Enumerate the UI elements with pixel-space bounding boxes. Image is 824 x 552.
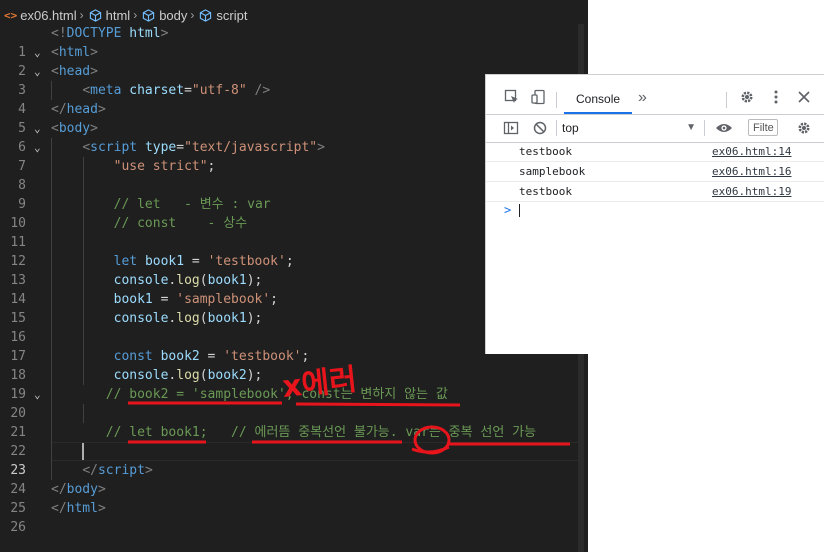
code-line: 25 </body> [0, 480, 588, 516]
log-source-link[interactable]: ex06.html:14 [712, 142, 791, 161]
log-source-link[interactable]: ex06.html:16 [712, 162, 791, 181]
breadcrumb-script-label: script [216, 7, 248, 23]
log-message: testbook [519, 185, 572, 198]
toolbar-divider [726, 92, 727, 108]
context-selector-label: top [562, 121, 579, 135]
console-prompt-icon: > [504, 203, 512, 217]
code-text: <html> [51, 45, 98, 60]
log-message: testbook [519, 145, 572, 158]
toolbar-divider [556, 120, 557, 136]
kebab-menu-icon[interactable] [768, 89, 784, 105]
dropdown-arrow-icon: ▼ [686, 122, 696, 133]
clear-console-icon[interactable] [532, 120, 548, 136]
devtools-toolbar: Console » [486, 84, 824, 115]
code-line: 24 </script> [0, 461, 588, 497]
gear-icon[interactable] [796, 120, 812, 136]
code-text: const book2 = 'testbook'; [113, 349, 310, 364]
indent-guide [51, 442, 52, 461]
breadcrumb-body-label: body [159, 7, 188, 23]
element-cube-icon [200, 8, 212, 22]
code-text: console.log(book1); [113, 311, 263, 326]
breadcrumb-html[interactable]: html [87, 7, 131, 23]
chevron-right-icon: › [133, 8, 138, 22]
chevron-right-icon: › [190, 8, 195, 22]
log-source-link[interactable]: ex06.html:19 [712, 182, 791, 201]
console-input[interactable] [519, 204, 520, 217]
code-text: // const - 상수 [113, 216, 248, 231]
toolbar-divider [556, 92, 557, 108]
indent-guide [83, 328, 84, 347]
gear-icon[interactable] [739, 89, 755, 105]
sidebar-toggle-icon[interactable] [503, 120, 519, 136]
devtools-panel: Console » top ▼ Filte testbook ex06.html… [485, 74, 824, 354]
context-selector[interactable]: top ▼ [562, 119, 696, 137]
code-text: <!DOCTYPE html> [51, 26, 169, 41]
more-tabs-icon[interactable]: » [638, 88, 647, 108]
code-text: </body> [51, 482, 106, 497]
close-icon[interactable] [796, 89, 812, 105]
indent-guide [83, 176, 84, 195]
code-text: <head> [51, 64, 98, 79]
code-line: 26 </html> [0, 499, 588, 535]
code-text: book1 = 'samplebook'; [113, 292, 278, 307]
code-line-current: 23 [0, 442, 588, 478]
inspect-element-icon[interactable] [504, 89, 520, 105]
code-line: 2 ⌄ <html> [0, 43, 588, 79]
code-line: 22 // let book1; // 에러뜸 중복선언 불가능. var는 중… [0, 423, 588, 459]
code-text: <script type="text/javascript"> [82, 140, 325, 155]
tab-console[interactable]: Console [564, 84, 633, 114]
breadcrumb-body[interactable]: body [140, 8, 187, 23]
code-text: console.log(book1); [113, 273, 263, 288]
code-text: </script> [82, 463, 153, 478]
code-text: // let - 변수 : var [113, 197, 271, 212]
toolbar-divider [704, 120, 705, 136]
breadcrumb: <> ex06.html › html › body › script [0, 5, 247, 25]
device-toolbar-icon[interactable] [531, 89, 547, 105]
eye-icon[interactable] [715, 120, 733, 136]
code-text: </head> [51, 102, 106, 117]
indent-guide [51, 233, 52, 252]
breadcrumb-file[interactable]: <> ex06.html [0, 8, 77, 23]
html-file-icon: <> [4, 8, 18, 22]
breadcrumb-file-label: ex06.html [20, 7, 77, 23]
console-log-row: testbook ex06.html:14 [486, 142, 824, 162]
chevron-down-icon[interactable]: ⌄ [34, 43, 41, 62]
code-text: console.log(book2); [113, 368, 263, 383]
chevron-right-icon: › [79, 8, 84, 22]
code-line: 19 console.log(book2); [0, 366, 588, 402]
filter-input[interactable]: Filte [748, 119, 778, 136]
console-log-row: testbook ex06.html:19 [486, 182, 824, 202]
console-filter-bar: top ▼ Filte [486, 115, 824, 143]
chevron-down-icon[interactable]: ⌄ [34, 62, 41, 81]
log-message: samplebook [519, 165, 586, 178]
breadcrumb-html-label: html [105, 7, 131, 23]
console-log-row: samplebook ex06.html:16 [486, 162, 824, 182]
code-text: "use strict"; [113, 159, 216, 174]
code-text: let book1 = 'testbook'; [113, 254, 294, 269]
chevron-down-icon[interactable]: ⌄ [34, 138, 41, 157]
code-line: 20 ⌄ // book2 = 'samplebook'; const는 변하지… [0, 385, 588, 421]
code-line: 21 [0, 404, 588, 440]
indent-guide [83, 404, 84, 423]
indent-guide [51, 328, 52, 347]
code-text: <body> [51, 121, 98, 136]
indent-guide [51, 176, 52, 195]
indent-guide [83, 233, 84, 252]
text-cursor [82, 443, 84, 460]
code-line: 1 <!DOCTYPE html> [0, 24, 588, 60]
chevron-down-icon[interactable]: ⌄ [34, 385, 41, 404]
indent-guide [51, 404, 52, 423]
code-text: </html> [51, 501, 106, 516]
current-line-highlight [51, 442, 580, 461]
breadcrumb-script[interactable]: script [197, 8, 247, 23]
code-text: <meta charset="utf-8" /> [82, 83, 271, 98]
line-number: 26 [10, 520, 26, 535]
code-text: // let book1; // 에러뜸 중복선언 불가능. var는 중복 선… [105, 425, 537, 440]
code-text: // book2 = 'samplebook'; const는 변하지 않는 값 [105, 387, 448, 402]
element-cube-icon [89, 8, 101, 22]
chevron-down-icon[interactable]: ⌄ [34, 119, 41, 138]
element-cube-icon [143, 8, 155, 22]
